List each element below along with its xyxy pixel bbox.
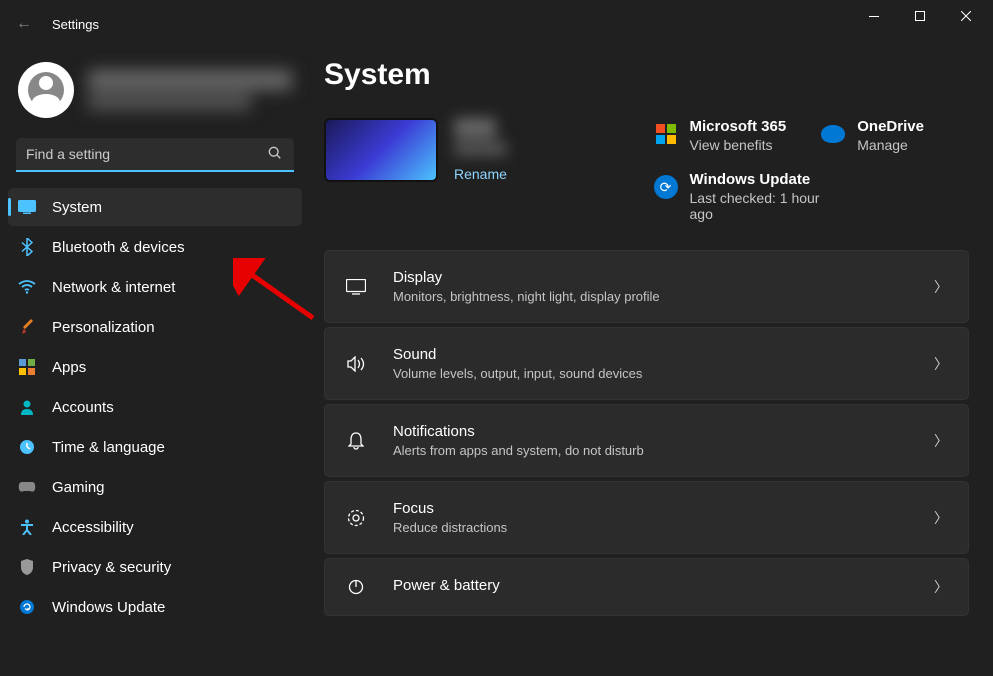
device-info-redacted xyxy=(454,118,507,156)
titlebar: ← Settings xyxy=(0,0,993,48)
focus-icon xyxy=(345,509,367,527)
gamepad-icon xyxy=(18,478,36,496)
nav-label: System xyxy=(52,199,102,216)
sidebar-item-network[interactable]: Network & internet xyxy=(8,268,302,306)
sidebar-item-accounts[interactable]: Accounts xyxy=(8,388,302,426)
minimize-button[interactable] xyxy=(851,0,897,32)
nav-label: Privacy & security xyxy=(52,559,171,576)
setting-title: Display xyxy=(393,269,908,286)
chevron-right-icon: 〉 xyxy=(934,577,948,597)
window-controls xyxy=(851,16,989,32)
info-cards-column: Microsoft 365 View benefits OneDrive Man… xyxy=(654,118,970,222)
shield-icon xyxy=(18,558,36,576)
update-icon xyxy=(18,598,36,616)
setting-desc: Monitors, brightness, night light, displ… xyxy=(393,289,908,304)
minimize-icon xyxy=(869,16,879,17)
setting-sound[interactable]: Sound Volume levels, output, input, soun… xyxy=(324,327,969,400)
wifi-icon xyxy=(18,278,36,296)
nav-label: Accounts xyxy=(52,399,114,416)
search-wrap xyxy=(0,138,310,188)
setting-desc: Volume levels, output, input, sound devi… xyxy=(393,366,908,381)
card-title: OneDrive xyxy=(857,118,924,135)
card-title: Windows Update xyxy=(690,171,830,188)
update-icon: ⟳ xyxy=(654,175,678,199)
nav-label: Gaming xyxy=(52,479,105,496)
page-title: System xyxy=(324,58,969,92)
ms365-icon xyxy=(654,122,678,146)
setting-display[interactable]: Display Monitors, brightness, night ligh… xyxy=(324,250,969,323)
system-icon xyxy=(18,198,36,216)
chevron-right-icon: 〉 xyxy=(934,508,948,528)
setting-title: Sound xyxy=(393,346,908,363)
card-sub: Last checked: 1 hour ago xyxy=(690,190,830,222)
setting-focus[interactable]: Focus Reduce distractions 〉 xyxy=(324,481,969,554)
window-title: Settings xyxy=(52,17,99,32)
nav-label: Apps xyxy=(52,359,86,376)
profile-info-redacted xyxy=(88,70,292,110)
paintbrush-icon xyxy=(18,318,36,336)
apps-icon xyxy=(18,358,36,376)
setting-title: Power & battery xyxy=(393,577,908,594)
search-icon xyxy=(268,146,282,163)
nav-label: Windows Update xyxy=(52,599,165,616)
top-cards: Rename Microsoft 365 View benefits xyxy=(324,118,969,222)
onedrive-card[interactable]: OneDrive Manage xyxy=(821,118,969,153)
avatar xyxy=(18,62,74,118)
rename-link[interactable]: Rename xyxy=(454,166,507,182)
nav-label: Time & language xyxy=(52,439,165,456)
card-title: Microsoft 365 xyxy=(690,118,787,135)
back-button[interactable]: ← xyxy=(4,4,44,44)
sidebar-item-windows-update[interactable]: Windows Update xyxy=(8,588,302,626)
setting-desc: Alerts from apps and system, do not dist… xyxy=(393,443,908,458)
device-card: Rename xyxy=(324,118,640,222)
close-button[interactable] xyxy=(943,0,989,32)
chevron-right-icon: 〉 xyxy=(934,277,948,297)
nav-label: Bluetooth & devices xyxy=(52,239,185,256)
search-input[interactable] xyxy=(16,138,294,172)
device-thumbnail xyxy=(324,118,438,182)
chevron-right-icon: 〉 xyxy=(934,354,948,374)
setting-title: Notifications xyxy=(393,423,908,440)
sidebar-item-privacy[interactable]: Privacy & security xyxy=(8,548,302,586)
bluetooth-icon xyxy=(18,238,36,256)
accessibility-icon xyxy=(18,518,36,536)
close-icon xyxy=(961,11,971,21)
sidebar-item-time[interactable]: Time & language xyxy=(8,428,302,466)
windows-update-card[interactable]: ⟳ Windows Update Last checked: 1 hour ag… xyxy=(654,171,970,222)
card-sub: View benefits xyxy=(690,137,787,153)
maximize-icon xyxy=(915,11,925,21)
sidebar: System Bluetooth & devices Network & int… xyxy=(0,48,310,676)
ms365-card[interactable]: Microsoft 365 View benefits xyxy=(654,118,802,153)
power-icon xyxy=(345,579,367,595)
profile-card[interactable] xyxy=(0,58,310,138)
sidebar-item-system[interactable]: System xyxy=(8,188,302,226)
setting-title: Focus xyxy=(393,500,908,517)
chevron-right-icon: 〉 xyxy=(934,431,948,451)
bell-icon xyxy=(345,432,367,450)
nav-list: System Bluetooth & devices Network & int… xyxy=(0,188,310,626)
setting-notifications[interactable]: Notifications Alerts from apps and syste… xyxy=(324,404,969,477)
nav-label: Network & internet xyxy=(52,279,175,296)
nav-label: Personalization xyxy=(52,319,155,336)
display-icon xyxy=(345,279,367,295)
sidebar-item-apps[interactable]: Apps xyxy=(8,348,302,386)
sound-icon xyxy=(345,356,367,372)
onedrive-icon xyxy=(821,122,845,146)
main-content: System Rename xyxy=(310,48,993,676)
sidebar-item-gaming[interactable]: Gaming xyxy=(8,468,302,506)
settings-list: Display Monitors, brightness, night ligh… xyxy=(324,250,969,616)
setting-desc: Reduce distractions xyxy=(393,520,908,535)
clock-icon xyxy=(18,438,36,456)
person-icon xyxy=(18,398,36,416)
sidebar-item-personalization[interactable]: Personalization xyxy=(8,308,302,346)
maximize-button[interactable] xyxy=(897,0,943,32)
nav-label: Accessibility xyxy=(52,519,134,536)
card-sub: Manage xyxy=(857,137,924,153)
sidebar-item-accessibility[interactable]: Accessibility xyxy=(8,508,302,546)
sidebar-item-bluetooth[interactable]: Bluetooth & devices xyxy=(8,228,302,266)
setting-power[interactable]: Power & battery 〉 xyxy=(324,558,969,616)
